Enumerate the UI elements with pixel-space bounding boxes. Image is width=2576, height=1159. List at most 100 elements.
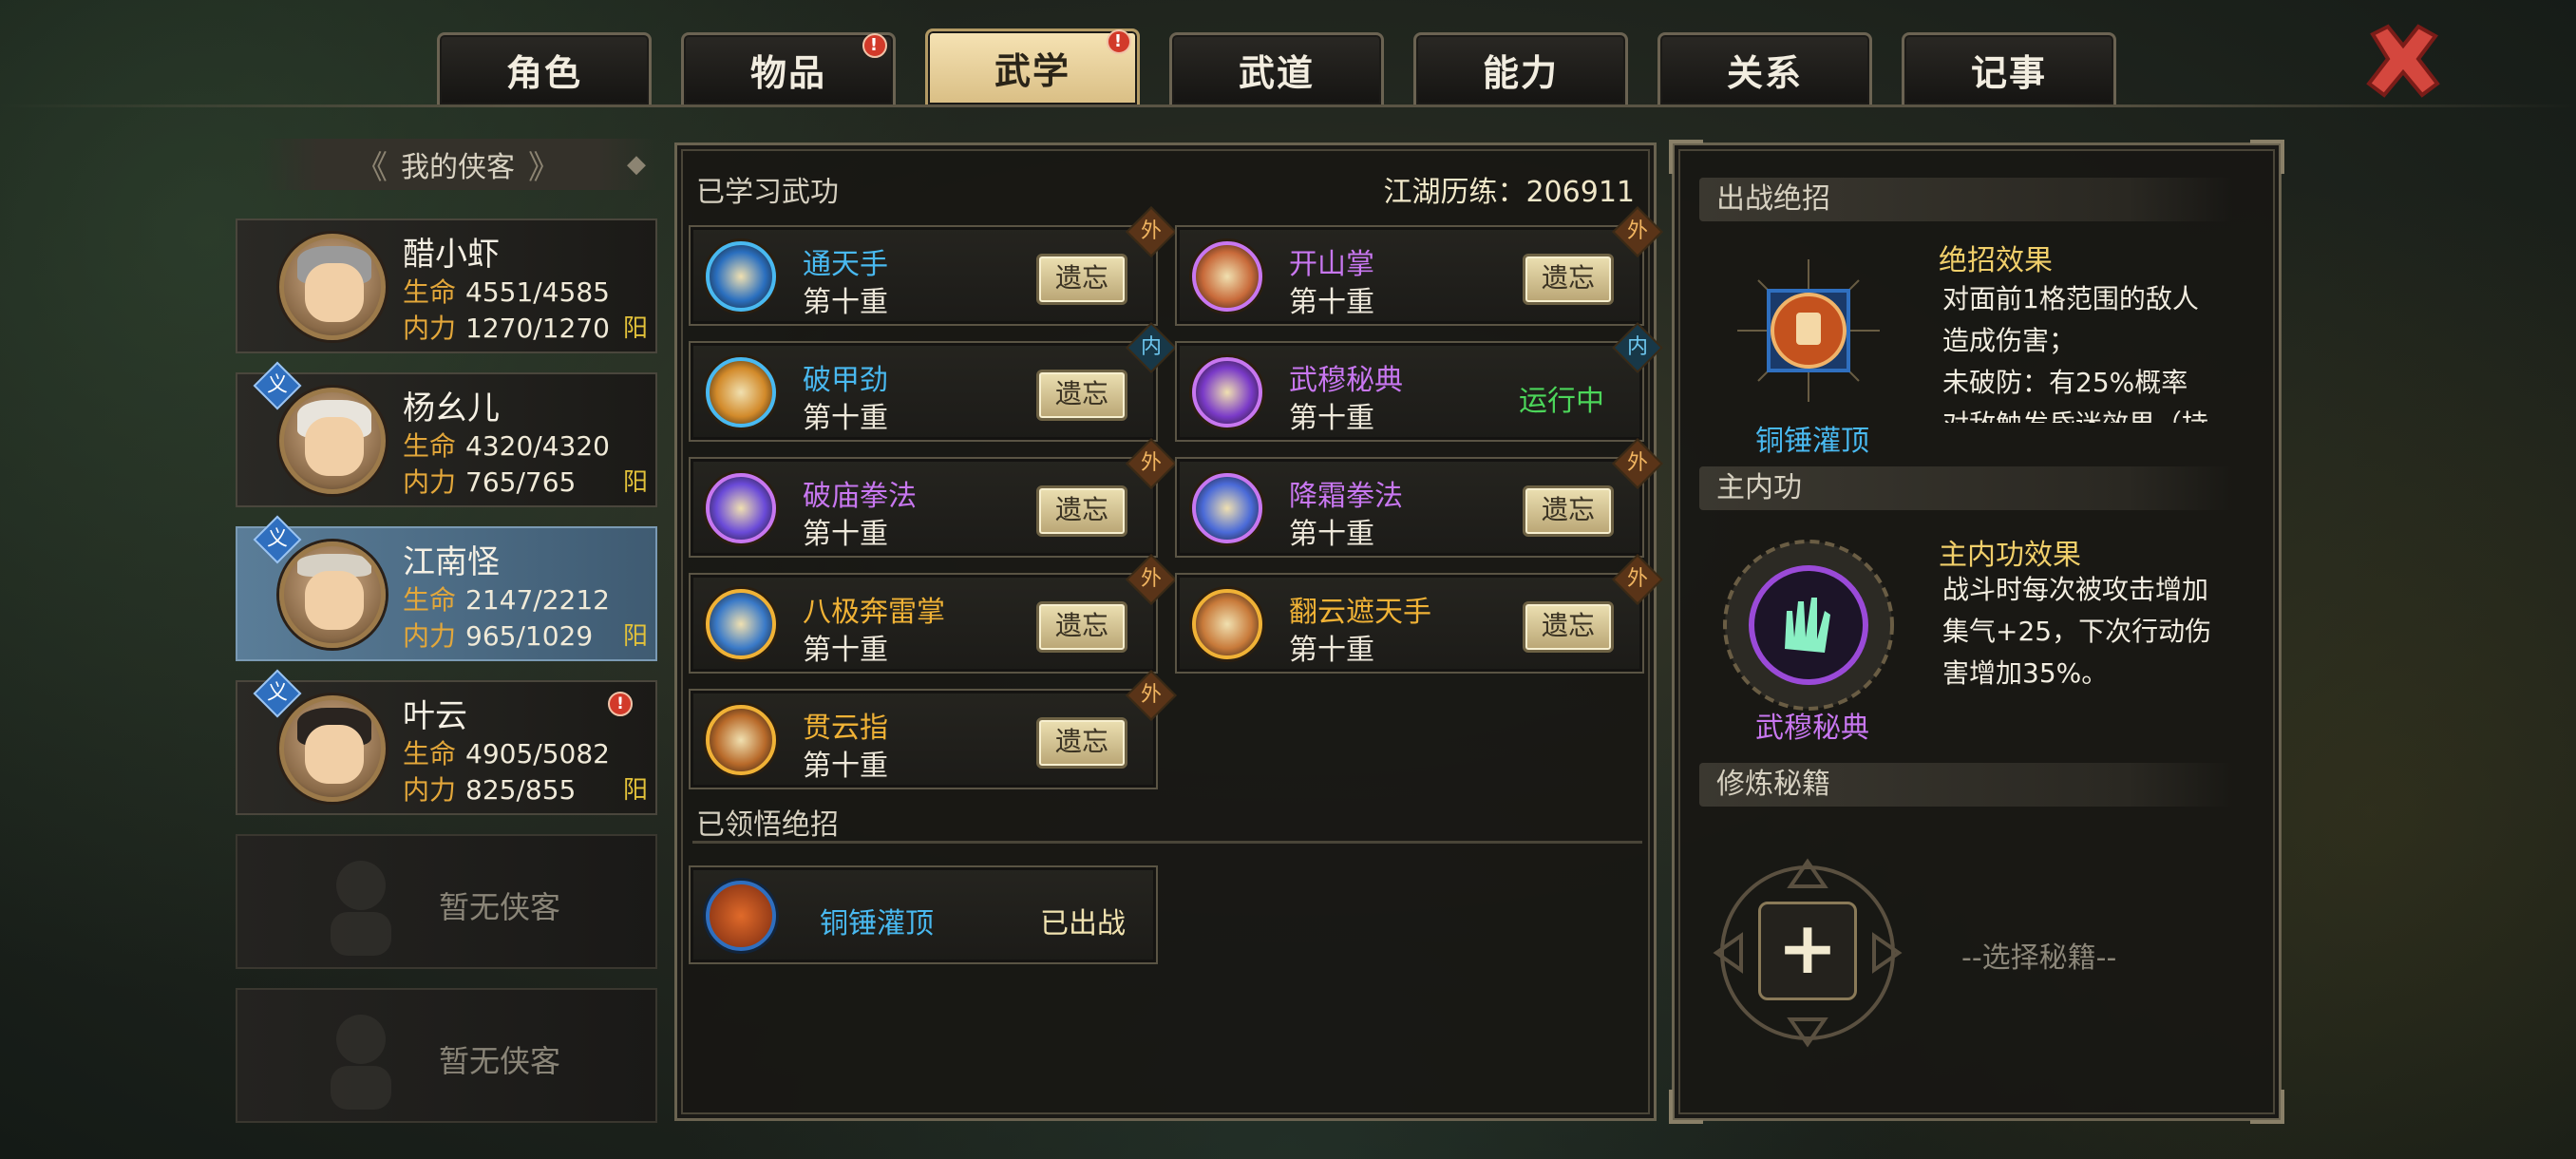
skill-card[interactable]: 翻云遮天手 第十重 遗忘外 [1175, 554, 1663, 674]
tab-label: 能力 [1482, 52, 1559, 94]
skill-detail-panel: 出战绝招 铜锤灌顶 绝招效果 对面前1格范围的敌人 造成伤害； 未破防：有25%… [1669, 140, 2284, 1124]
skill-card[interactable]: 开山掌 第十重 遗忘外 [1175, 206, 1663, 326]
skill-icon [706, 705, 776, 775]
affinity-label: 阳 [622, 776, 648, 805]
character-card[interactable]: 义 叶云 ! 生命 4905/5082 内力 825/855 阳 [236, 669, 657, 815]
ultimate-title: 已领悟绝招 [696, 808, 839, 842]
empty-character-slot[interactable]: 暂无侠客 [236, 834, 657, 969]
skill-icon [1192, 473, 1262, 543]
prev-arrow-icon[interactable]: 《 [355, 142, 388, 188]
alert-badge-icon: ! [862, 33, 887, 58]
skill-name: 开山掌 [1289, 248, 1374, 281]
skill-level: 第十重 [1289, 402, 1374, 435]
character-card-selected[interactable]: 义 江南怪 生命 2147/2212 内力 965/1029 阳 [236, 515, 657, 661]
wumu-manual-icon[interactable] [1718, 535, 1899, 715]
mp-stat: 内力 765/765 [403, 466, 577, 498]
tab-label: 武道 [1238, 52, 1315, 94]
character-card[interactable]: 义 杨幺儿 生命 4320/4320 内力 765/765 阳 [236, 361, 657, 507]
tab-label: 关系 [1726, 52, 1803, 94]
skill-icon [706, 357, 776, 428]
character-name: 杨幺儿 [403, 390, 500, 428]
learned-skills-panel: 已学习武功 江湖历练：206911 通天手 第十重 遗忘外开山掌 第十重 遗忘外破甲劲第… [674, 142, 1663, 1121]
next-arrow-icon[interactable]: 》 [528, 142, 560, 188]
skill-icon [706, 473, 776, 543]
add-manual-button[interactable]: + [1758, 902, 1857, 1000]
close-icon[interactable] [2363, 21, 2443, 101]
character-portrait [279, 542, 386, 648]
section-divider [692, 841, 1642, 844]
skill-card[interactable]: 贯云指 第十重 遗忘外 [689, 670, 1177, 789]
ultimate-skill-card[interactable]: 铜锤灌顶 已出战 [689, 865, 1158, 964]
skill-type-badge: 外 [1126, 554, 1177, 605]
skill-name: 八极奔雷掌 [803, 596, 945, 629]
skill-type-badge: 外 [1612, 554, 1663, 605]
tab-relations[interactable]: 关系 [1657, 32, 1872, 104]
skill-type-badge: 内 [1612, 322, 1663, 373]
character-name: 江南怪 [403, 543, 500, 581]
roster-title: 我的侠客 [401, 151, 515, 184]
alert-badge-icon: ! [608, 692, 633, 716]
skill-icon [1192, 589, 1262, 659]
main-effect-text: 战斗时每次被攻击增加 集气+25，下次行动伤 害增加35%。 [1942, 574, 2212, 689]
ultimate-status: 已出战 [1040, 907, 1126, 940]
hp-stat: 生命 4905/5082 [403, 738, 610, 770]
character-portrait [279, 388, 386, 494]
training-manual-section-title: 修炼秘籍 [1699, 763, 2233, 807]
skill-level: 第十重 [803, 634, 888, 667]
skill-level: 第十重 [803, 750, 888, 783]
skill-icon [1192, 357, 1262, 428]
skill-card[interactable]: 武穆秘典 第十重 运行中内 [1175, 322, 1663, 442]
character-portrait [279, 695, 386, 802]
bronze-hammer-icon[interactable] [1737, 259, 1880, 402]
main-internal-section-title: 主内功 [1699, 466, 2233, 510]
forget-button[interactable]: 遗忘 [1523, 485, 1614, 537]
tab-bar: 角色 物品! 武学! 武道 能力 关系 记事 [437, 28, 2116, 108]
main-internal-skill-name: 武穆秘典 [1755, 712, 1869, 745]
corner-ornament [1669, 1090, 1703, 1124]
forget-button[interactable]: 遗忘 [1036, 601, 1127, 653]
skill-card[interactable]: 八极奔雷掌第十重 遗忘外 [689, 554, 1177, 674]
skill-card[interactable]: 破庙拳法 第十重 遗忘外 [689, 438, 1177, 558]
tab-items[interactable]: 物品! [681, 32, 896, 104]
forget-button[interactable]: 遗忘 [1036, 370, 1127, 421]
tab-abilities[interactable]: 能力 [1413, 32, 1628, 104]
diamond-ornament-icon: ◆ [627, 150, 646, 179]
hp-stat: 生命 4320/4320 [403, 430, 610, 462]
forget-button[interactable]: 遗忘 [1036, 485, 1127, 537]
skill-icon [706, 589, 776, 659]
skill-type-badge: 外 [1126, 438, 1177, 489]
forget-button[interactable]: 遗忘 [1523, 601, 1614, 653]
tab-journal[interactable]: 记事 [1902, 32, 2116, 104]
corner-ornament [2250, 1090, 2284, 1124]
battle-effect-title: 绝招效果 [1939, 244, 2053, 277]
skill-level: 第十重 [803, 286, 888, 319]
forget-button[interactable]: 遗忘 [1036, 717, 1127, 769]
empty-silhouette-icon [331, 1015, 391, 1110]
corner-ornament [1669, 140, 1703, 174]
hp-stat: 生命 4551/4585 [403, 276, 610, 308]
tab-label: 记事 [1970, 52, 2047, 94]
skill-name: 通天手 [803, 248, 888, 281]
skill-card[interactable]: 破甲劲 第十重 遗忘内 [689, 322, 1177, 442]
empty-silhouette-icon [331, 861, 391, 956]
skill-card[interactable]: 降霜拳法 第十重 遗忘外 [1175, 438, 1663, 558]
character-card[interactable]: 醋小虾 生命 4551/4585 内力 1270/1270 阳 [236, 218, 657, 353]
empty-character-slot[interactable]: 暂无侠客 [236, 988, 657, 1123]
experience-value: 江湖历练：206911 [1383, 176, 1635, 209]
battle-skill-name: 铜锤灌顶 [1755, 425, 1869, 458]
select-manual-placeholder[interactable]: --选择秘籍-- [1961, 934, 2116, 976]
hp-stat: 生命 2147/2212 [403, 584, 610, 616]
affinity-label: 阳 [622, 468, 648, 497]
forget-button[interactable]: 遗忘 [1036, 254, 1127, 305]
tab-role[interactable]: 角色 [437, 32, 652, 104]
tab-label: 武学 [994, 50, 1070, 92]
tab-martial-way[interactable]: 武道 [1169, 32, 1384, 104]
forget-button[interactable]: 遗忘 [1523, 254, 1614, 305]
corner-ornament [2250, 140, 2284, 174]
character-name: 醋小虾 [403, 236, 500, 274]
skill-level: 第十重 [1289, 518, 1374, 551]
tab-martial-arts[interactable]: 武学! [925, 28, 1140, 104]
empty-slot-label: 暂无侠客 [439, 1043, 561, 1079]
skill-card[interactable]: 通天手 第十重 遗忘外 [689, 206, 1177, 326]
running-status: 运行中 [1519, 385, 1604, 418]
